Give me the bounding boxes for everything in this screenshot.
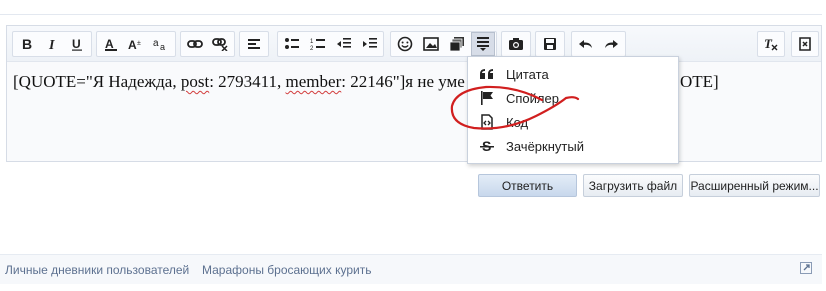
dropdown-label-code: Код: [506, 114, 529, 130]
code-file-icon: [478, 113, 496, 131]
align-left-button[interactable]: [242, 32, 266, 56]
history-group: [571, 31, 626, 57]
svg-text:T: T: [764, 37, 773, 51]
bold-button[interactable]: B: [15, 32, 39, 56]
insert-dropdown-menu: Цитата Спойлер Код S Зачёркнутый: [467, 56, 679, 164]
undo-icon: [579, 40, 592, 48]
save-draft-button[interactable]: [538, 32, 562, 56]
dropdown-label-spoiler: Спойлер: [506, 90, 559, 106]
text-size-icon: A ±: [128, 38, 141, 51]
outdent-button[interactable]: [332, 32, 356, 56]
undo-button[interactable]: [574, 32, 598, 56]
unlink-button[interactable]: [208, 32, 232, 56]
media-icon: [449, 37, 464, 52]
content-part1: [QUOTE="Я Надежда,: [13, 72, 181, 91]
format-group: B I U: [12, 31, 92, 57]
media-button[interactable]: [445, 32, 469, 56]
strikethrough-icon: S: [478, 137, 496, 155]
svg-text:A: A: [105, 37, 114, 51]
outdent-icon: [337, 38, 351, 48]
bullet-list-button[interactable]: [280, 32, 304, 56]
svg-text:a: a: [160, 42, 165, 51]
remove-format-icon: T: [764, 37, 778, 51]
bbcode-toggle-icon: [799, 37, 811, 51]
top-divider: [0, 14, 822, 15]
insert-menu-icon: [477, 37, 489, 51]
floppy-disk-icon: [544, 38, 556, 50]
font-button[interactable]: aa: [149, 32, 173, 56]
svg-text:2: 2: [310, 46, 314, 51]
link-button[interactable]: [183, 32, 207, 56]
svg-text:U: U: [72, 37, 81, 51]
svg-text:a: a: [153, 38, 159, 49]
message-editor: B I U A A ± aa 1 2 T [QUOTE="Я Надежда, …: [6, 25, 822, 162]
dropdown-item-spoiler[interactable]: Спойлер: [468, 86, 678, 110]
numbered-list-button[interactable]: 12: [306, 32, 330, 56]
align-left-icon: [248, 39, 260, 49]
italic-icon: I: [48, 38, 55, 51]
content-part2: : 2793411,: [209, 72, 286, 91]
content-tail: OTE]: [680, 72, 719, 91]
smilie-icon: [397, 36, 413, 52]
text-group: A A ± aa: [96, 31, 176, 57]
numbered-list-icon: 12: [310, 39, 325, 51]
advanced-mode-button[interactable]: Расширенный режим...: [689, 174, 820, 197]
dropdown-label-strikethrough: Зачёркнутый: [506, 138, 584, 154]
svg-text:B: B: [22, 37, 32, 51]
svg-text:±: ±: [137, 40, 141, 47]
quote-icon: [478, 65, 496, 83]
image-button[interactable]: [419, 32, 443, 56]
list-group: 12: [277, 31, 384, 57]
flag-icon: [478, 89, 496, 107]
smilie-button[interactable]: [393, 32, 417, 56]
redo-button[interactable]: [599, 32, 623, 56]
text-size-button[interactable]: A ±: [124, 32, 148, 56]
redo-icon: [605, 40, 618, 48]
text-color-icon: A: [105, 37, 117, 51]
bbcode-group: [791, 31, 819, 57]
content-word-member: member: [285, 72, 342, 91]
footer-link-marathons[interactable]: Марафоны бросающих курить: [202, 263, 371, 277]
font-icon: aa: [153, 38, 165, 51]
image-icon: [423, 37, 439, 51]
toggle-bbcode-button[interactable]: [793, 32, 817, 56]
editor-toolbar: B I U A A ± aa 1 2 T: [7, 26, 821, 62]
dropdown-item-quote[interactable]: Цитата: [468, 62, 678, 86]
svg-text:A: A: [128, 38, 137, 51]
indent-button[interactable]: [358, 32, 382, 56]
content-part3: : 22146"]я не уме: [341, 72, 465, 91]
bullet-list-icon: [285, 38, 299, 49]
text-color-button[interactable]: A: [99, 32, 123, 56]
indent-icon: [363, 38, 377, 48]
svg-text:I: I: [48, 38, 55, 51]
dropdown-item-code[interactable]: Код: [468, 110, 678, 134]
camera-button[interactable]: [504, 32, 528, 56]
dropdown-label-quote: Цитата: [506, 66, 549, 82]
svg-text:1: 1: [310, 39, 314, 45]
camera-group: [501, 31, 531, 57]
camera-icon: [509, 38, 523, 50]
insert-group: [390, 31, 497, 57]
italic-button[interactable]: I: [40, 32, 64, 56]
remove-format-button[interactable]: T: [759, 32, 783, 56]
underline-button[interactable]: U: [65, 32, 89, 56]
underline-icon: U: [72, 37, 82, 51]
reply-button[interactable]: Ответить: [478, 174, 577, 197]
align-group: [239, 31, 269, 57]
dropdown-item-strikethrough[interactable]: S Зачёркнутый: [468, 134, 678, 158]
upload-file-button[interactable]: Загрузить файл: [583, 174, 683, 197]
unlink-icon: [212, 38, 228, 51]
link-icon: [187, 40, 203, 48]
content-word-post: post: [180, 72, 210, 91]
message-textarea[interactable]: [QUOTE="Я Надежда, post: 2793411, member…: [13, 72, 813, 152]
link-group: [180, 31, 235, 57]
external-link-icon[interactable]: [800, 262, 812, 274]
draft-group: [535, 31, 565, 57]
remove-format-group: T: [757, 31, 785, 57]
more-insert-button[interactable]: [471, 32, 495, 56]
bold-icon: B: [22, 37, 32, 51]
footer-nav: Личные дневники пользователей Марафоны б…: [0, 254, 822, 284]
footer-link-diaries[interactable]: Личные дневники пользователей: [5, 263, 189, 277]
